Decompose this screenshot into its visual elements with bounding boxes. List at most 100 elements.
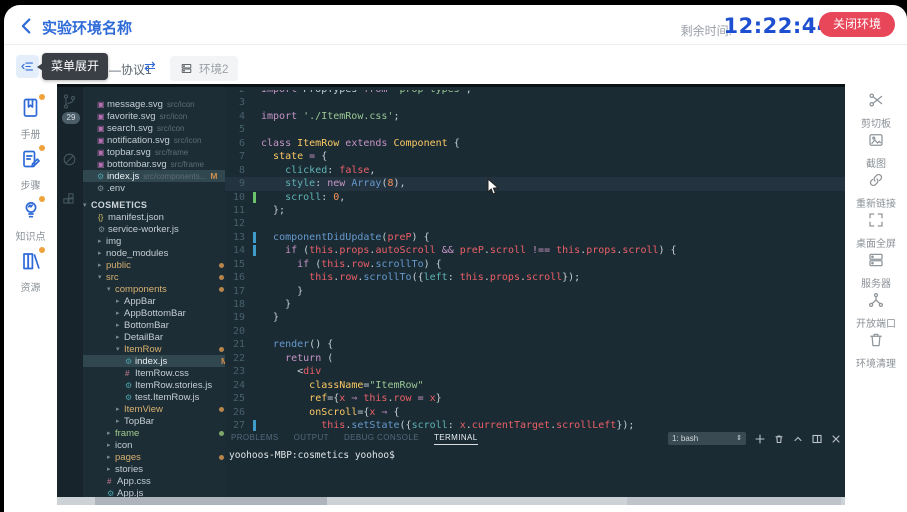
tree-item-node-modules[interactable]: ▸node_modules [83, 247, 225, 259]
tree-item-img[interactable]: ▸img [83, 235, 225, 247]
remote-ide-screen[interactable]: 29 ▣message.svgsrc/icon▣favorite.svgsrc/… [57, 84, 845, 497]
swap-icon[interactable]: ⇄ [144, 58, 156, 75]
tree-item-manifest-json[interactable]: {}manifest.json [83, 211, 225, 223]
panel-tab-problems[interactable]: PROBLEMS [231, 433, 279, 445]
code-line-23: 23 <div [225, 365, 845, 378]
tree-item-bottombar[interactable]: ▸BottomBar [83, 319, 225, 331]
tree-item-label: public [106, 260, 131, 271]
steps-icon [19, 147, 43, 171]
tree-item-app-css[interactable]: #App.css [83, 475, 225, 487]
terminal-panel: PROBLEMS OUTPUT DEBUG CONSOLE TERMINAL 1: b… [225, 431, 845, 497]
tree-item-detailbar[interactable]: ▸DetailBar [83, 331, 225, 343]
tree-item-service-worker-js[interactable]: ⚙service-worker.js [83, 223, 225, 235]
tree-item-label: ItemRow [124, 344, 161, 355]
tree-item-itemrow[interactable]: ▾ItemRow [83, 343, 225, 355]
open-editor-search-svg[interactable]: ▣search.svgsrc/icon [83, 122, 225, 134]
panel-tab-output[interactable]: OUTPUT [294, 433, 329, 445]
gear-file-icon: ⚙ [97, 184, 107, 193]
js-file-icon: ⚙ [125, 357, 135, 366]
terminal-prompt[interactable]: yoohoos-MBP:cosmetics yoohoo$ [229, 450, 395, 461]
scrollbar-thumb[interactable] [95, 497, 327, 505]
tree-item-icon[interactable]: ▸icon [83, 439, 225, 451]
scissors-icon [867, 91, 885, 109]
tree-item-topbar[interactable]: ▸TopBar [83, 415, 225, 427]
tree-item-index-js[interactable]: ⚙index.jsM [83, 355, 225, 367]
tree-item-appbar[interactable]: ▸AppBar [83, 295, 225, 307]
extensions-icon[interactable] [61, 191, 78, 208]
sidebar-item-knowledge[interactable]: 知识点 [4, 198, 57, 243]
code-editor[interactable]: 2import PropTypes from 'prop-types';34im… [225, 90, 845, 431]
sidebar-item-screenshot[interactable]: 截图 [845, 131, 907, 170]
code-line-10: 10 scroll: 0, [225, 191, 845, 204]
tree-item-src[interactable]: ▾src [83, 271, 225, 283]
tree-item-label: BottomBar [124, 320, 169, 331]
open-editor-favorite-svg[interactable]: ▣favorite.svgsrc/icon [83, 110, 225, 122]
section-cosmetics[interactable]: ▾COSMETICS [83, 199, 225, 211]
source-control-icon[interactable] [61, 93, 78, 110]
new-terminal-icon[interactable] [755, 434, 765, 444]
open-editor-bottombar-svg[interactable]: ▣bottombar.svgsrc/frame [83, 158, 225, 170]
tree-item-stories[interactable]: ▸stories [83, 463, 225, 475]
file-name: .env [107, 183, 125, 194]
open-editor-topbar-svg[interactable]: ▣topbar.svgsrc/frame [83, 146, 225, 158]
tree-item-appbottombar[interactable]: ▸AppBottomBar [83, 307, 225, 319]
close-panel-icon[interactable] [831, 434, 841, 444]
scm-badge: 29 [62, 112, 80, 124]
sidebar-item-env-cleanup[interactable]: 环境清理 [845, 331, 907, 370]
open-editor-index-js[interactable]: ⚙index.jssrc/components...M [83, 170, 225, 182]
tree-item-label: service-worker.js [108, 224, 179, 235]
tree-item-label: ItemRow.css [135, 368, 189, 379]
sidebar-item-label: 重新链接 [845, 195, 907, 210]
tree-item-label: img [106, 236, 121, 247]
file-path: src/icon [174, 136, 202, 145]
file-path: src/components... [143, 172, 206, 181]
tree-item-itemview[interactable]: ▸ItemView [83, 403, 225, 415]
maximize-panel-icon[interactable] [793, 434, 803, 444]
close-env-button[interactable]: 关闭环境 [819, 12, 895, 37]
tree-item-pages[interactable]: ▸pages [83, 451, 225, 463]
tree-item-itemrow-stories-js[interactable]: ⚙ItemRow.stories.js [83, 379, 225, 391]
css-file-icon: # [125, 369, 135, 378]
kill-terminal-icon[interactable] [774, 434, 784, 444]
code-line-20: 20 [225, 325, 845, 338]
tree-item-public[interactable]: ▸public [83, 259, 225, 271]
sidebar-item-clipboard[interactable]: 剪切板 [845, 91, 907, 130]
sidebar-item-desktop-fullscreen[interactable]: 桌面全屏 [845, 211, 907, 250]
tree-item-components[interactable]: ▾components [83, 283, 225, 295]
sidebar-item-label: 剪切板 [845, 115, 907, 130]
code-line-21: 21 render() { [225, 338, 845, 351]
badge-dot [39, 145, 45, 151]
sidebar-item-resource[interactable]: 资源 [4, 249, 57, 294]
tab-env2[interactable]: 环境2 [170, 56, 238, 81]
sidebar-item-steps[interactable]: 步骤 [4, 147, 57, 192]
shell-select[interactable]: 1: bash⇕ [668, 432, 746, 445]
panel-tab-debug-console[interactable]: DEBUG CONSOLE [344, 433, 419, 445]
git-dot [219, 275, 224, 280]
sidebar-item-server[interactable]: 服务器 [845, 251, 907, 290]
sidebar-item-manual[interactable]: 手册 [4, 96, 57, 141]
tree-item-label: stories [115, 464, 143, 475]
open-editor-message-svg[interactable]: ▣message.svgsrc/icon [83, 98, 225, 110]
split-terminal-icon[interactable] [812, 434, 822, 444]
open-editor-notification-svg[interactable]: ▣notification.svgsrc/icon [83, 134, 225, 146]
tree-item-itemrow-css[interactable]: #ItemRow.css [83, 367, 225, 379]
activity-bar: 29 [57, 87, 83, 497]
horizontal-scrollbar[interactable] [57, 497, 845, 505]
tree-item-app-js[interactable]: ⚙App.js [83, 487, 225, 497]
panel-tab-terminal[interactable]: TERMINAL [434, 433, 478, 445]
sidebar-item-open-ports[interactable]: 开放端口 [845, 291, 907, 330]
book-icon [19, 96, 43, 120]
sidebar-item-relink[interactable]: 重新链接 [845, 171, 907, 210]
sidebar-item-label: 资源 [4, 279, 57, 294]
js-file-icon: ⚙ [97, 172, 107, 181]
back-button[interactable] [16, 15, 38, 37]
tree-item-label: DetailBar [124, 332, 163, 343]
debug-icon[interactable] [61, 151, 78, 168]
tree-item-frame[interactable]: ▸frame [83, 427, 225, 439]
right-sidebar: 剪切板截图重新链接桌面全屏服务器开放端口环境清理 [845, 45, 907, 507]
scrollbar-thumb[interactable] [627, 497, 841, 505]
tree-item-test-itemrow-js[interactable]: ⚙test.ItemRow.js [83, 391, 225, 403]
chevron-right-icon: ▸ [98, 237, 106, 245]
file-path: src/icon [157, 124, 185, 133]
open-editor-env[interactable]: ⚙.env [83, 182, 225, 194]
